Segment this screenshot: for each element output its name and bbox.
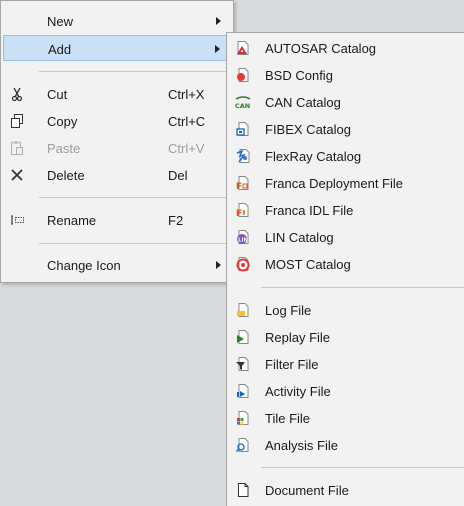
can-catalog-icon: CAN: [235, 94, 251, 110]
submenu-item-label: FIBEX Catalog: [265, 122, 351, 137]
menu-item-paste[interactable]: Paste Ctrl+V: [3, 135, 231, 161]
submenu-item-replay-file[interactable]: Replay File: [229, 324, 464, 350]
menu-item-cut-label: Cut: [47, 87, 68, 102]
paste-shortcut: Ctrl+V: [168, 141, 205, 156]
cut-shortcut: Ctrl+X: [168, 87, 205, 102]
submenu-item-label: Document File: [265, 483, 349, 498]
menu-item-change-icon-label: Change Icon: [47, 258, 121, 273]
rename-shortcut: F2: [168, 213, 184, 228]
autosar-catalog-icon: [235, 40, 251, 56]
franca-idl-icon: F: [235, 202, 251, 218]
submenu-item-flexray-catalog[interactable]: FlexRay Catalog: [229, 143, 464, 169]
submenu-item-label: Franca Deployment File: [265, 176, 403, 191]
most-catalog-icon: [235, 256, 251, 272]
submenu-item-lin-catalog[interactable]: LIN LIN Catalog: [229, 224, 464, 250]
context-menu: New Add Cut Ctrl+X Copy Ctrl+C Paste Ctr…: [0, 0, 234, 283]
submenu-item-activity-file[interactable]: Activity File: [229, 378, 464, 404]
submenu-item-franca-deployment-file[interactable]: F Franca Deployment File: [229, 170, 464, 196]
menu-separator: [39, 197, 229, 198]
menu-item-rename[interactable]: Rename F2: [3, 207, 231, 233]
submenu-item-label: Filter File: [265, 357, 319, 372]
submenu-item-label: AUTOSAR Catalog: [265, 41, 377, 56]
svg-text:CAN: CAN: [235, 102, 250, 110]
submenu-item-label: Log File: [265, 303, 312, 318]
submenu-item-bsd-config[interactable]: BSD Config: [229, 62, 464, 88]
submenu-item-label: LIN Catalog: [265, 230, 334, 245]
scissors-icon: [9, 86, 25, 102]
submenu-item-label: Replay File: [265, 330, 331, 345]
replay-file-icon: [235, 329, 251, 345]
submenu-item-can-catalog[interactable]: CAN CAN Catalog: [229, 89, 464, 115]
copy-shortcut: Ctrl+C: [168, 114, 206, 129]
submenu-item-label: FlexRay Catalog: [265, 149, 362, 164]
filter-file-icon: [235, 356, 251, 372]
submenu-item-label: Activity File: [265, 384, 331, 399]
svg-text:F: F: [236, 182, 242, 191]
menu-item-copy-label: Copy: [47, 114, 78, 129]
submenu-item-label: CAN Catalog: [265, 95, 341, 110]
submenu-item-fibex-catalog[interactable]: FIBEX Catalog: [229, 116, 464, 142]
activity-file-icon: [235, 383, 251, 399]
franca-deployment-icon: F: [235, 175, 251, 191]
flexray-catalog-icon: [235, 148, 251, 164]
submenu-item-document-file[interactable]: Document File: [229, 477, 464, 503]
menu-item-new-label: New: [47, 14, 74, 29]
submenu-item-label: BSD Config: [265, 68, 333, 83]
svg-text:F: F: [236, 209, 242, 218]
menu-separator: [39, 243, 229, 244]
submenu-item-label: Analysis File: [265, 438, 338, 453]
analysis-file-icon: [235, 437, 251, 453]
submenu-item-log-file[interactable]: Log File: [229, 297, 464, 323]
menu-item-paste-label: Paste: [47, 141, 81, 156]
menu-item-add-label: Add: [48, 42, 72, 57]
menu-item-delete-label: Delete: [47, 168, 85, 183]
svg-text:LIN: LIN: [238, 238, 249, 244]
submenu-item-autosar-catalog[interactable]: AUTOSAR Catalog: [229, 35, 464, 61]
menu-item-change-icon[interactable]: Change Icon: [3, 252, 231, 278]
submenu-arrow-icon: [216, 261, 221, 269]
menu-separator: [39, 71, 229, 72]
submenu-item-most-catalog[interactable]: MOST Catalog: [229, 251, 464, 277]
rename-icon: [9, 212, 25, 228]
menu-item-cut[interactable]: Cut Ctrl+X: [3, 81, 231, 107]
submenu-item-analysis-file[interactable]: Analysis File: [229, 432, 464, 458]
menu-item-copy[interactable]: Copy Ctrl+C: [3, 108, 231, 134]
submenu-item-filter-file[interactable]: Filter File: [229, 351, 464, 377]
submenu-arrow-icon: [215, 45, 220, 53]
document-file-icon: [235, 482, 251, 498]
delete-shortcut: Del: [168, 168, 188, 183]
menu-item-add[interactable]: Add: [3, 35, 231, 61]
menu-item-rename-label: Rename: [47, 213, 97, 228]
bsd-config-icon: [235, 67, 251, 83]
menu-separator: [261, 287, 464, 288]
fibex-catalog-icon: [235, 121, 251, 137]
paste-icon: [9, 140, 25, 156]
submenu-item-franca-idl-file[interactable]: F Franca IDL File: [229, 197, 464, 223]
lin-catalog-icon: LIN: [235, 229, 251, 245]
add-submenu: AUTOSAR Catalog BSD Config CAN CAN Catal…: [226, 32, 464, 506]
submenu-arrow-icon: [216, 17, 221, 25]
menu-item-new[interactable]: New: [3, 8, 231, 34]
submenu-item-label: Franca IDL File: [265, 203, 354, 218]
submenu-item-tile-file[interactable]: Tile File: [229, 405, 464, 431]
tile-file-icon: [235, 410, 251, 426]
submenu-item-label: MOST Catalog: [265, 257, 351, 272]
copy-icon: [9, 113, 25, 129]
log-file-icon: [235, 302, 251, 318]
menu-separator: [261, 467, 464, 468]
delete-x-icon: [9, 167, 25, 183]
menu-item-delete[interactable]: Delete Del: [3, 162, 231, 188]
submenu-item-label: Tile File: [265, 411, 311, 426]
